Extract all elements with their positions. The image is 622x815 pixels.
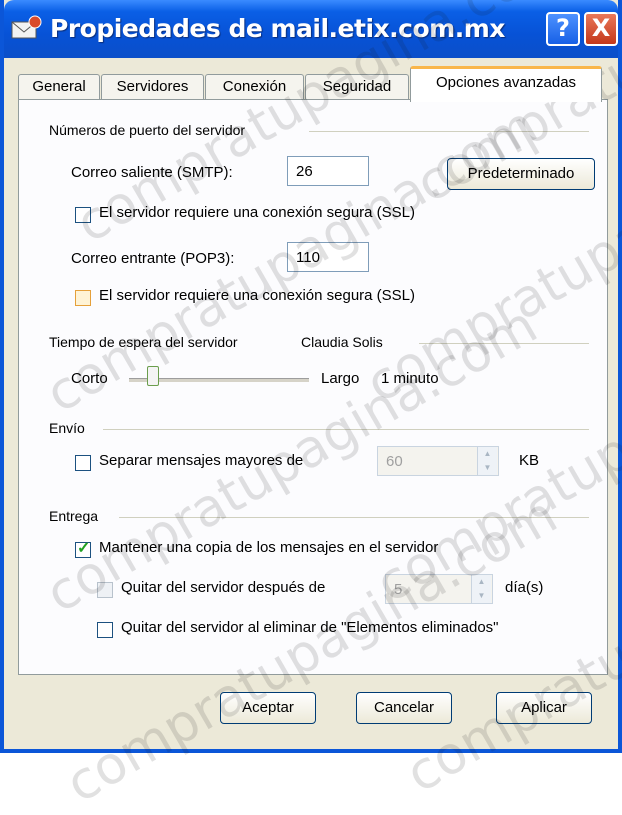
timeout-short-label: Corto	[71, 370, 108, 387]
timeout-slider-thumb[interactable]	[147, 366, 159, 386]
smtp-port-input[interactable]: 26	[287, 156, 369, 186]
close-button[interactable]: X	[584, 12, 618, 46]
pop3-ssl-label: El servidor requiere una conexión segura…	[99, 287, 416, 304]
remove-after-days-value: 5	[394, 581, 403, 598]
ok-button[interactable]: Aceptar	[220, 692, 316, 724]
timeout-value: 1 minuto	[381, 370, 439, 387]
cancel-button[interactable]: Cancelar	[356, 692, 452, 724]
pop3-port-input[interactable]: 110	[287, 242, 369, 272]
spin-up-icon[interactable]: ▲	[472, 575, 491, 589]
split-messages-checkbox[interactable]	[75, 455, 91, 471]
keep-copy-label: Mantener una copia de los mensajes en el…	[99, 539, 439, 556]
remove-after-checkbox[interactable]	[97, 582, 113, 598]
split-size-spinner[interactable]: ▲ ▼	[477, 447, 497, 475]
remove-deleted-checkbox[interactable]	[97, 622, 113, 638]
split-messages-label: Separar mensajes mayores de	[99, 452, 304, 469]
remove-after-spinner[interactable]: ▲ ▼	[471, 575, 491, 603]
smtp-label: Correo saliente (SMTP):	[71, 164, 233, 181]
ports-group-title: Números de puerto del servidor	[49, 122, 246, 138]
spin-down-icon[interactable]: ▼	[472, 589, 491, 603]
group-divider	[119, 517, 589, 518]
advanced-options-panel: Números de puerto del servidor Correo sa…	[18, 99, 608, 675]
days-label: día(s)	[505, 579, 544, 596]
tab-conexion[interactable]: Conexión	[205, 74, 304, 100]
window-title: Propiedades de mail.etix.com.mx	[50, 14, 505, 43]
spin-up-icon[interactable]: ▲	[478, 447, 497, 461]
split-size-value: 60	[386, 453, 403, 470]
timeout-group-title: Tiempo de espera del servidor	[49, 334, 238, 350]
smtp-ssl-checkbox[interactable]	[75, 207, 91, 223]
group-divider	[309, 131, 589, 132]
mail-account-icon	[11, 15, 42, 39]
group-divider	[103, 429, 589, 430]
remove-deleted-label: Quitar del servidor al eliminar de "Elem…	[121, 619, 499, 636]
apply-button[interactable]: Aplicar	[496, 692, 592, 724]
tab-seguridad[interactable]: Seguridad	[305, 74, 409, 100]
properties-dialog: Propiedades de mail.etix.com.mx ? X Gene…	[0, 0, 622, 815]
help-button[interactable]: ?	[546, 12, 580, 46]
size-unit-label: KB	[519, 452, 540, 469]
send-group-title: Envío	[49, 420, 85, 436]
author-caption: Claudia Solis	[301, 334, 383, 350]
remove-after-label: Quitar del servidor después de	[121, 579, 326, 596]
spin-down-icon[interactable]: ▼	[478, 461, 497, 475]
default-button[interactable]: Predeterminado	[447, 158, 595, 190]
group-divider	[419, 343, 589, 344]
pop3-ssl-checkbox[interactable]	[75, 290, 91, 306]
tab-servidores[interactable]: Servidores	[101, 74, 204, 100]
smtp-ssl-label: El servidor requiere una conexión segura…	[99, 204, 416, 221]
title-bar: Propiedades de mail.etix.com.mx ? X	[4, 0, 618, 58]
pop3-label: Correo entrante (POP3):	[71, 250, 235, 267]
tab-opciones-avanzadas[interactable]: Opciones avanzadas	[410, 66, 602, 102]
tab-general[interactable]: General	[18, 74, 100, 100]
keep-copy-checkbox[interactable]: ✓	[75, 540, 91, 558]
timeout-long-label: Largo	[321, 370, 360, 387]
delivery-group-title: Entrega	[49, 508, 99, 524]
checkmark-icon: ✓	[77, 540, 91, 557]
